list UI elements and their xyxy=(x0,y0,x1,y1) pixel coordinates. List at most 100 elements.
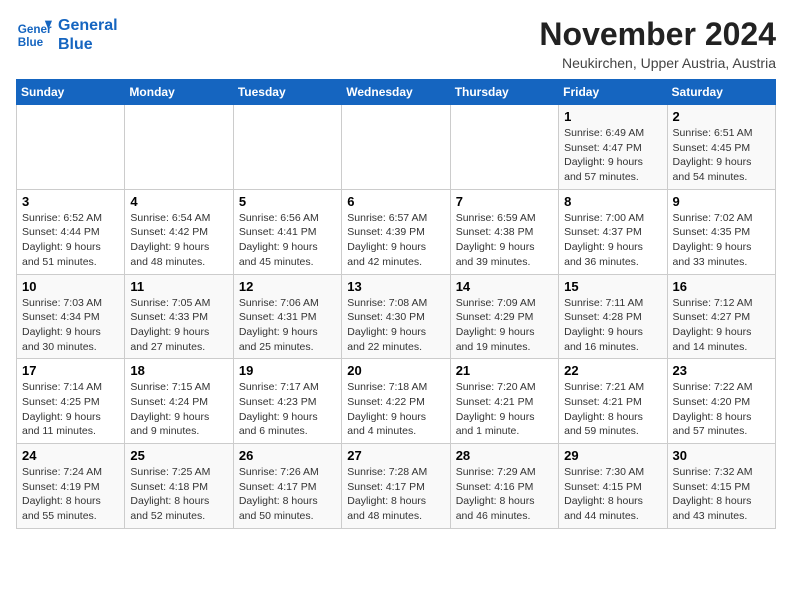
day-number: 10 xyxy=(22,279,119,294)
calendar-day: 6 Sunrise: 6:57 AM Sunset: 4:39 PM Daylig… xyxy=(342,189,450,274)
calendar-day: 9 Sunrise: 7:02 AM Sunset: 4:35 PM Daylig… xyxy=(667,189,775,274)
weekday-header: Sunday xyxy=(17,80,125,105)
day-number: 27 xyxy=(347,448,444,463)
calendar-day: 15 Sunrise: 7:11 AM Sunset: 4:28 PM Dayli… xyxy=(559,274,667,359)
calendar-day: 3 Sunrise: 6:52 AM Sunset: 4:44 PM Daylig… xyxy=(17,189,125,274)
calendar-day: 22Sunrise: 7:21 AM Sunset: 4:21 PM Dayli… xyxy=(559,359,667,444)
month-title: November 2024 xyxy=(539,16,776,53)
day-info: Sunrise: 6:59 AM Sunset: 4:38 PM Dayligh… xyxy=(456,211,553,270)
day-info: Sunrise: 6:54 AM Sunset: 4:42 PM Dayligh… xyxy=(130,211,227,270)
day-number: 6 xyxy=(347,194,444,209)
day-number: 29 xyxy=(564,448,661,463)
day-number: 4 xyxy=(130,194,227,209)
day-info: Sunrise: 7:14 AM Sunset: 4:25 PM Dayligh… xyxy=(22,380,119,439)
logo-wordmark: General Blue xyxy=(58,16,118,54)
day-number: 16 xyxy=(673,279,770,294)
calendar-day: 10 Sunrise: 7:03 AM Sunset: 4:34 PM Dayli… xyxy=(17,274,125,359)
day-info: Sunrise: 7:18 AM Sunset: 4:22 PM Dayligh… xyxy=(347,380,444,439)
calendar-day: 25Sunrise: 7:25 AM Sunset: 4:18 PM Dayli… xyxy=(125,444,233,529)
svg-text:Blue: Blue xyxy=(18,36,44,49)
day-number: 14 xyxy=(456,279,553,294)
calendar-table: SundayMondayTuesdayWednesdayThursdayFrid… xyxy=(16,79,776,529)
day-number: 5 xyxy=(239,194,336,209)
calendar-day: 14 Sunrise: 7:09 AM Sunset: 4:29 PM Dayli… xyxy=(450,274,558,359)
day-number: 21 xyxy=(456,363,553,378)
day-number: 24 xyxy=(22,448,119,463)
calendar-day: 20 Sunrise: 7:18 AM Sunset: 4:22 PM Dayli… xyxy=(342,359,450,444)
day-info: Sunrise: 7:09 AM Sunset: 4:29 PM Dayligh… xyxy=(456,296,553,355)
day-number: 3 xyxy=(22,194,119,209)
weekday-header: Monday xyxy=(125,80,233,105)
day-number: 13 xyxy=(347,279,444,294)
day-number: 12 xyxy=(239,279,336,294)
day-number: 15 xyxy=(564,279,661,294)
calendar-day xyxy=(450,105,558,190)
calendar-day xyxy=(233,105,341,190)
calendar-day: 13 Sunrise: 7:08 AM Sunset: 4:30 PM Dayli… xyxy=(342,274,450,359)
weekday-header: Thursday xyxy=(450,80,558,105)
calendar-day: 1 Sunrise: 6:49 AM Sunset: 4:47 PM Daylig… xyxy=(559,105,667,190)
calendar-week: 17 Sunrise: 7:14 AM Sunset: 4:25 PM Dayli… xyxy=(17,359,776,444)
calendar-day: 28 Sunrise: 7:29 AM Sunset: 4:16 PM Dayli… xyxy=(450,444,558,529)
calendar-day: 19Sunrise: 7:17 AM Sunset: 4:23 PM Dayli… xyxy=(233,359,341,444)
day-info: Sunrise: 7:26 AM Sunset: 4:17 PM Dayligh… xyxy=(239,465,336,524)
logo-line2: Blue xyxy=(58,35,118,54)
calendar-day: 12 Sunrise: 7:06 AM Sunset: 4:31 PM Dayli… xyxy=(233,274,341,359)
calendar-day: 29Sunrise: 7:30 AM Sunset: 4:15 PM Dayli… xyxy=(559,444,667,529)
calendar-day: 2Sunrise: 6:51 AM Sunset: 4:45 PM Daylig… xyxy=(667,105,775,190)
calendar-day: 4 Sunrise: 6:54 AM Sunset: 4:42 PM Daylig… xyxy=(125,189,233,274)
weekday-header: Saturday xyxy=(667,80,775,105)
day-number: 9 xyxy=(673,194,770,209)
day-info: Sunrise: 6:52 AM Sunset: 4:44 PM Dayligh… xyxy=(22,211,119,270)
calendar-day: 16 Sunrise: 7:12 AM Sunset: 4:27 PM Dayli… xyxy=(667,274,775,359)
calendar-day: 7 Sunrise: 6:59 AM Sunset: 4:38 PM Daylig… xyxy=(450,189,558,274)
calendar-week: 3 Sunrise: 6:52 AM Sunset: 4:44 PM Daylig… xyxy=(17,189,776,274)
day-info: Sunrise: 6:57 AM Sunset: 4:39 PM Dayligh… xyxy=(347,211,444,270)
calendar-header: SundayMondayTuesdayWednesdayThursdayFrid… xyxy=(17,80,776,105)
weekday-header: Wednesday xyxy=(342,80,450,105)
calendar-day xyxy=(125,105,233,190)
day-info: Sunrise: 7:17 AM Sunset: 4:23 PM Dayligh… xyxy=(239,380,336,439)
calendar-day: 23Sunrise: 7:22 AM Sunset: 4:20 PM Dayli… xyxy=(667,359,775,444)
day-number: 11 xyxy=(130,279,227,294)
location: Neukirchen, Upper Austria, Austria xyxy=(539,55,776,71)
day-info: Sunrise: 7:22 AM Sunset: 4:20 PM Dayligh… xyxy=(673,380,770,439)
calendar-day: 26 Sunrise: 7:26 AM Sunset: 4:17 PM Dayli… xyxy=(233,444,341,529)
header-row: SundayMondayTuesdayWednesdayThursdayFrid… xyxy=(17,80,776,105)
day-number: 17 xyxy=(22,363,119,378)
day-number: 20 xyxy=(347,363,444,378)
day-info: Sunrise: 7:06 AM Sunset: 4:31 PM Dayligh… xyxy=(239,296,336,355)
day-info: Sunrise: 7:25 AM Sunset: 4:18 PM Dayligh… xyxy=(130,465,227,524)
title-area: November 2024 Neukirchen, Upper Austria,… xyxy=(539,16,776,71)
calendar-day xyxy=(17,105,125,190)
day-number: 7 xyxy=(456,194,553,209)
calendar-day: 17 Sunrise: 7:14 AM Sunset: 4:25 PM Dayli… xyxy=(17,359,125,444)
day-number: 1 xyxy=(564,109,661,124)
calendar-day xyxy=(342,105,450,190)
day-info: Sunrise: 7:02 AM Sunset: 4:35 PM Dayligh… xyxy=(673,211,770,270)
day-info: Sunrise: 7:12 AM Sunset: 4:27 PM Dayligh… xyxy=(673,296,770,355)
calendar-day: 21Sunrise: 7:20 AM Sunset: 4:21 PM Dayli… xyxy=(450,359,558,444)
calendar-day: 24 Sunrise: 7:24 AM Sunset: 4:19 PM Dayli… xyxy=(17,444,125,529)
day-number: 22 xyxy=(564,363,661,378)
day-number: 8 xyxy=(564,194,661,209)
day-info: Sunrise: 7:00 AM Sunset: 4:37 PM Dayligh… xyxy=(564,211,661,270)
calendar-day: 11Sunrise: 7:05 AM Sunset: 4:33 PM Dayli… xyxy=(125,274,233,359)
day-number: 2 xyxy=(673,109,770,124)
weekday-header: Tuesday xyxy=(233,80,341,105)
day-info: Sunrise: 6:49 AM Sunset: 4:47 PM Dayligh… xyxy=(564,126,661,185)
day-number: 18 xyxy=(130,363,227,378)
day-info: Sunrise: 7:24 AM Sunset: 4:19 PM Dayligh… xyxy=(22,465,119,524)
logo-line1: General xyxy=(58,16,118,35)
day-info: Sunrise: 7:03 AM Sunset: 4:34 PM Dayligh… xyxy=(22,296,119,355)
day-info: Sunrise: 6:56 AM Sunset: 4:41 PM Dayligh… xyxy=(239,211,336,270)
day-number: 28 xyxy=(456,448,553,463)
day-number: 30 xyxy=(673,448,770,463)
day-info: Sunrise: 7:29 AM Sunset: 4:16 PM Dayligh… xyxy=(456,465,553,524)
calendar-week: 24 Sunrise: 7:24 AM Sunset: 4:19 PM Dayli… xyxy=(17,444,776,529)
day-number: 26 xyxy=(239,448,336,463)
day-info: Sunrise: 7:11 AM Sunset: 4:28 PM Dayligh… xyxy=(564,296,661,355)
day-info: Sunrise: 7:08 AM Sunset: 4:30 PM Dayligh… xyxy=(347,296,444,355)
calendar-day: 27Sunrise: 7:28 AM Sunset: 4:17 PM Dayli… xyxy=(342,444,450,529)
day-info: Sunrise: 7:32 AM Sunset: 4:15 PM Dayligh… xyxy=(673,465,770,524)
